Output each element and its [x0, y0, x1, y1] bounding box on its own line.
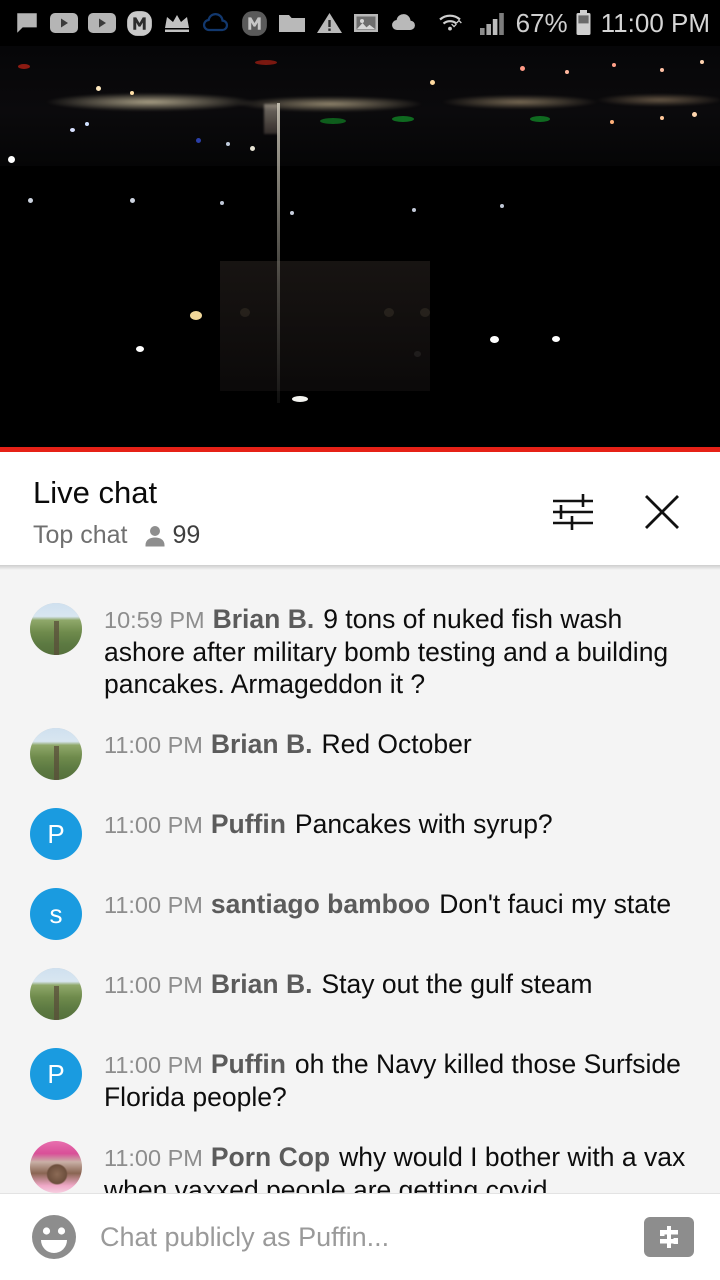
superchat-button[interactable]	[644, 1217, 694, 1257]
youtube-live-chat-screen: 67% 11:00 PM Live chat Top chat 99 10:59…	[0, 0, 720, 1280]
message-timestamp: 11:00 PM	[104, 1145, 203, 1171]
avatar-photo	[30, 968, 82, 1020]
message-author[interactable]: santiago bamboo	[211, 889, 430, 919]
message-text: Stay out the gulf steam	[321, 969, 593, 999]
chat-message[interactable]: s 11:00 PM santiago bamboo Don't fauci my s…	[0, 882, 720, 940]
signal-bars-icon	[479, 13, 504, 35]
message-body: 10:59 PM Brian B. 9 tons of nuked fish was…	[82, 597, 696, 700]
message-author[interactable]: Brian B.	[213, 604, 315, 634]
message-author[interactable]: Puffin	[211, 809, 286, 839]
flag	[264, 104, 278, 134]
chat-message[interactable]: 11:00 PM Brian B. Stay out the gulf steam	[0, 962, 720, 1020]
message-author[interactable]: Brian B.	[211, 729, 313, 759]
status-bar-system-icons: 67% 11:00 PM	[438, 8, 710, 39]
youtube-play-icon	[88, 13, 116, 33]
avatar[interactable]: s	[30, 888, 82, 940]
message-author[interactable]: Brian B.	[211, 969, 313, 999]
status-bar-notification-icons	[14, 10, 438, 37]
chat-message[interactable]: P 11:00 PM Puffin Pancakes with syrup?	[0, 802, 720, 860]
avatar[interactable]	[30, 1141, 82, 1193]
dark-building	[220, 261, 430, 391]
live-chat-header: Live chat Top chat 99	[0, 452, 720, 565]
message-timestamp: 11:00 PM	[104, 732, 203, 758]
person-icon	[145, 525, 165, 546]
avatar-photo	[30, 603, 82, 655]
battery-icon	[576, 10, 591, 35]
chat-message[interactable]: 10:59 PM Brian B. 9 tons of nuked fish was…	[0, 597, 720, 700]
list-top-shadow	[0, 565, 720, 570]
folder-icon	[279, 14, 305, 32]
viewer-count: 99	[144, 521, 201, 550]
message-timestamp: 11:00 PM	[104, 812, 203, 838]
warning-triangle-icon	[317, 13, 342, 33]
message-body: 11:00 PM Porn Cop why would I bother with …	[82, 1135, 696, 1193]
message-text: Don't fauci my state	[439, 889, 672, 919]
status-bar: 67% 11:00 PM	[0, 0, 720, 46]
chat-input[interactable]	[100, 1221, 644, 1253]
avatar-initial: P	[30, 1048, 82, 1100]
chat-message[interactable]: 11:00 PM Porn Cop why would I bother with …	[0, 1135, 720, 1193]
message-text: Pancakes with syrup?	[294, 809, 553, 839]
crown-icon	[165, 15, 189, 32]
message-body: 11:00 PM santiago bamboo Don't fauci my st…	[82, 882, 696, 940]
avatar[interactable]	[30, 603, 82, 655]
message-timestamp: 10:59 PM	[104, 607, 205, 633]
avatar-photo	[30, 728, 82, 780]
clock-label: 11:00 PM	[600, 7, 710, 38]
message-timestamp: 11:00 PM	[104, 1052, 203, 1078]
page-title: Live chat	[33, 475, 158, 510]
close-icon[interactable]	[640, 490, 684, 534]
chat-mode-label[interactable]: Top chat	[33, 521, 128, 550]
m-badge-dark-icon	[242, 10, 267, 36]
chat-composer	[0, 1193, 720, 1280]
m-badge-icon	[127, 10, 152, 36]
message-timestamp: 11:00 PM	[104, 892, 203, 918]
cloud-outline-icon	[202, 13, 229, 32]
avatar-initial: P	[30, 808, 82, 860]
chat-header-actions	[550, 452, 720, 534]
avatar[interactable]	[30, 968, 82, 1020]
chat-settings-sliders-icon[interactable]	[550, 492, 596, 532]
message-text: Red October	[321, 729, 472, 759]
avatar-photo	[30, 1141, 82, 1193]
youtube-play-icon	[50, 13, 78, 33]
message-body: 11:00 PM Puffin oh the Navy killed those S…	[82, 1042, 696, 1113]
image-icon	[354, 14, 378, 32]
viewer-count-label: 99	[172, 521, 201, 549]
chat-message[interactable]: P 11:00 PM Puffin oh the Navy killed those …	[0, 1042, 720, 1113]
live-stream-player[interactable]	[0, 46, 720, 447]
cloud-filled-icon	[392, 14, 415, 31]
chat-header-subrow: Top chat 99	[33, 521, 550, 550]
chat-bubble-icon	[17, 13, 37, 33]
avatar[interactable]: P	[30, 1048, 82, 1100]
message-body: 11:00 PM Puffin Pancakes with syrup?	[82, 802, 696, 860]
chat-message[interactable]: 11:00 PM Brian B. Red October	[0, 722, 720, 780]
message-timestamp: 11:00 PM	[104, 972, 203, 998]
battery-percent-label: 67%	[515, 7, 568, 38]
emoji-smiley-icon[interactable]	[30, 1213, 78, 1261]
wifi-data-icon	[438, 14, 462, 31]
avatar[interactable]: P	[30, 808, 82, 860]
avatar[interactable]	[30, 728, 82, 780]
message-author[interactable]: Porn Cop	[211, 1142, 330, 1172]
message-body: 11:00 PM Brian B. Stay out the gulf steam	[82, 962, 696, 1020]
chat-header-titles: Live chat Top chat 99	[0, 452, 550, 550]
avatar-initial: s	[30, 888, 82, 940]
live-chat-message-list[interactable]: 10:59 PM Brian B. 9 tons of nuked fish was…	[0, 565, 720, 1193]
dollar-superchat-icon	[660, 1226, 678, 1248]
message-body: 11:00 PM Brian B. Red October	[82, 722, 696, 780]
flagpole	[277, 103, 280, 403]
message-author[interactable]: Puffin	[211, 1049, 286, 1079]
message-container: 10:59 PM Brian B. 9 tons of nuked fish was…	[0, 597, 720, 1193]
